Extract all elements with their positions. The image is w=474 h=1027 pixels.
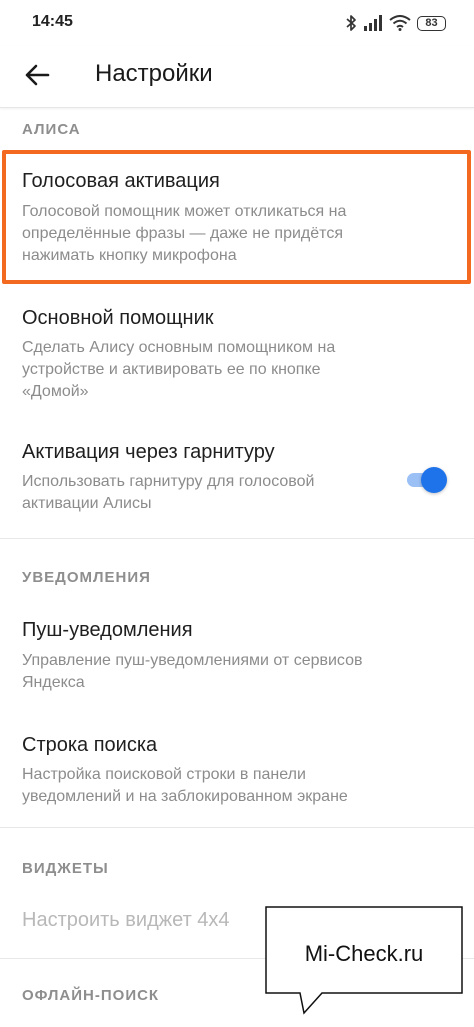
page-title: Настройки [95, 60, 213, 87]
section-divider [0, 827, 474, 828]
battery-icon: 83 [417, 15, 446, 31]
status-bar: 14:45 83 [0, 0, 474, 46]
setting-push-notifications[interactable]: Пуш-уведомления Управление пуш-уведомлен… [0, 603, 474, 708]
arrow-left-icon [24, 64, 50, 91]
setting-description: уведомлений и на заблокированном экране [22, 788, 348, 805]
section-header-offline-search: ОФЛАЙН-ПОИСК [22, 987, 160, 1004]
setting-description: устройстве и активировать ее по кнопке [22, 361, 321, 378]
setting-title: Настроить виджет 4x4 [22, 909, 230, 931]
bluetooth-icon [345, 14, 357, 32]
setting-description: Использовать гарнитуру для голосовой [22, 473, 315, 490]
setting-description: «Домой» [22, 383, 89, 400]
setting-headset-activation[interactable]: Активация через гарнитуру Использовать г… [0, 425, 474, 535]
back-button[interactable] [18, 58, 56, 96]
setting-title: Пуш-уведомления [22, 619, 193, 641]
app-bar: Настройки [0, 46, 474, 108]
setting-main-assistant[interactable]: Основной помощник Сделать Алису основным… [0, 290, 474, 412]
setting-search-bar[interactable]: Строка поиска Настройка поисковой строки… [0, 718, 474, 823]
section-header-notifications: УВЕДОМЛЕНИЯ [22, 569, 151, 586]
setting-title: Основной помощник [22, 307, 214, 329]
toggle-knob [421, 467, 447, 493]
setting-title: Активация через гарнитуру [22, 441, 275, 463]
setting-description: активации Алисы [22, 495, 152, 512]
section-divider [0, 538, 474, 539]
section-header-alice: АЛИСА [22, 121, 81, 138]
section-header-widgets: ВИДЖЕТЫ [22, 860, 109, 877]
setting-description: Настройка поисковой строки в панели [22, 766, 306, 783]
status-icons: 83 [345, 12, 446, 34]
highlight-frame [2, 150, 471, 284]
watermark-bubble: Mi-Check.ru [264, 905, 464, 1015]
setting-description: Управление пуш-уведомлениями от сервисов [22, 652, 363, 669]
watermark-text: Mi-Check.ru [304, 941, 424, 966]
wifi-icon [389, 15, 411, 31]
setting-title: Строка поиска [22, 734, 158, 756]
setting-description: Сделать Алису основным помощником на [22, 339, 336, 356]
status-time: 14:45 [32, 13, 73, 30]
setting-description: Яндекса [22, 674, 85, 691]
headset-activation-toggle[interactable] [405, 466, 451, 494]
signal-icon [363, 15, 383, 31]
